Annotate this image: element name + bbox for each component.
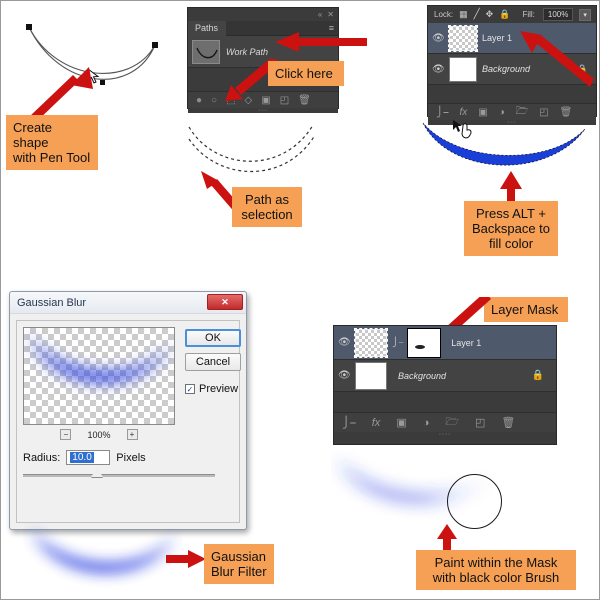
link-layers-icon[interactable]: ⎭⎯ xyxy=(342,416,356,430)
gaussian-blur-dialog[interactable]: Gaussian Blur ✕ − 100% + OK Cancel ✓ Pre… xyxy=(9,291,247,530)
dialog-titlebar: Gaussian Blur ✕ xyxy=(10,292,246,314)
layers-panel-bottom[interactable]: 👁 ⎭⎯ Layer 1 👁 Background 🔒 ⎭⎯ fx ▣ ◑ 🗁 … xyxy=(333,325,557,445)
lock-row: Lock: ▦ ╱ ✥ 🔒 Fill: 100% ▾ xyxy=(428,6,596,23)
layer-thumbnail[interactable] xyxy=(355,361,387,390)
preview-checkbox[interactable]: ✓ xyxy=(185,384,195,394)
lock-all-icon[interactable]: 🔒 xyxy=(499,9,510,20)
masked-blurred-shape xyxy=(337,459,497,501)
visibility-eye-icon[interactable]: 👁 xyxy=(432,33,445,44)
callout-press-alt-backspace: Press ALT + Backspace to fill color xyxy=(464,201,558,256)
radius-row: Radius: 10.0 Pixels xyxy=(23,450,233,465)
blurred-blue-shape xyxy=(31,529,175,573)
layer-thumbnail[interactable] xyxy=(354,327,388,358)
adjustment-layer-icon[interactable]: ◑ xyxy=(423,417,430,429)
zoom-level-label: 100% xyxy=(87,429,111,440)
fill-label: Fill: xyxy=(522,10,535,19)
adjustment-layer-icon[interactable]: ◑ xyxy=(499,107,505,118)
dialog-body: − 100% + OK Cancel ✓ Preview Radius: 10.… xyxy=(16,320,241,523)
zoom-out-button[interactable]: − xyxy=(60,429,72,440)
brush-cursor-circle xyxy=(447,474,502,529)
fill-value[interactable]: 100% xyxy=(542,8,574,21)
arrow-to-layer1 xyxy=(520,31,594,87)
radius-input[interactable]: 10.0 xyxy=(66,450,111,465)
zoom-in-button[interactable]: + xyxy=(126,429,138,440)
panel-grip: ▫▫▫▫ xyxy=(334,432,556,438)
layer-mask-thumbnail[interactable] xyxy=(407,327,442,358)
arrow-create-shape xyxy=(29,67,93,119)
radius-slider[interactable] xyxy=(23,468,215,477)
mask-link-icon[interactable]: ⎭⎯ xyxy=(392,337,403,348)
layer-name-label: Layer 1 xyxy=(451,337,482,348)
path-thumbnail xyxy=(192,39,220,64)
layer-thumbnail[interactable] xyxy=(449,56,477,82)
callout-layer-mask: Layer Mask xyxy=(484,297,568,322)
layer-thumbnail[interactable] xyxy=(448,24,478,52)
close-button[interactable]: ✕ xyxy=(207,294,243,310)
layer-name-label: Background xyxy=(398,370,447,381)
radius-value: 10.0 xyxy=(70,452,94,463)
new-layer-icon[interactable]: ◰ xyxy=(539,107,548,118)
arrow-to-work-path xyxy=(275,32,367,52)
layers-panel-footer: ⎭⎯ fx ▣ ◑ 🗁 ◰ 🗑 xyxy=(428,103,596,120)
new-group-icon[interactable]: 🗁 xyxy=(445,413,459,432)
lock-transparent-pixels-icon[interactable]: ▦ xyxy=(459,9,468,20)
lock-image-pixels-icon[interactable]: ╱ xyxy=(474,9,480,20)
add-layer-mask-icon[interactable]: ▣ xyxy=(478,107,487,118)
panel-grip: ▫▫▫ xyxy=(188,108,338,114)
visibility-eye-icon[interactable]: 👁 xyxy=(338,337,351,348)
layers-panel-footer: ⎭⎯ fx ▣ ◑ 🗁 ◰ 🗑 xyxy=(334,412,556,432)
radius-units-label: Pixels xyxy=(116,451,146,464)
callout-paint-within-mask: Paint within the Mask with black color B… xyxy=(416,550,576,590)
ok-button[interactable]: OK xyxy=(185,329,241,347)
close-icon[interactable]: ✕ xyxy=(327,10,334,19)
preview-label: Preview xyxy=(199,383,239,395)
layers-empty-strip xyxy=(334,392,556,412)
layer-row-background[interactable]: 👁 Background 🔒 xyxy=(334,360,556,392)
visibility-eye-icon[interactable]: 👁 xyxy=(432,64,445,75)
radius-label: Radius: xyxy=(23,451,61,464)
radius-slider-thumb[interactable] xyxy=(91,468,103,477)
paths-panel-titlebar: « ✕ xyxy=(188,8,338,21)
visibility-eye-icon[interactable]: 👁 xyxy=(338,370,351,381)
dialog-title: Gaussian Blur xyxy=(17,296,87,309)
lock-label: Lock: xyxy=(434,10,454,19)
layer-row-layer1-masked[interactable]: 👁 ⎭⎯ Layer 1 xyxy=(334,326,556,360)
collapse-icon[interactable]: « xyxy=(318,10,322,19)
callout-create-shape: Create shape with Pen Tool xyxy=(6,115,98,170)
lock-position-icon[interactable]: ✥ xyxy=(486,9,494,20)
layer-style-fx-icon[interactable]: fx xyxy=(460,107,468,118)
blur-preview[interactable] xyxy=(23,327,175,425)
delete-layer-icon[interactable]: 🗑 xyxy=(560,107,573,118)
add-layer-mask-icon[interactable]: ▣ xyxy=(396,416,406,429)
hand-cursor-icon xyxy=(453,120,472,139)
arrow-gaussian-blur-filter xyxy=(166,550,206,568)
delete-path-icon[interactable]: 🗑 xyxy=(298,95,311,106)
cancel-button[interactable]: Cancel xyxy=(185,353,241,371)
fill-dropdown-icon[interactable]: ▾ xyxy=(579,8,591,21)
layer-name-label: Layer 1 xyxy=(482,33,513,43)
lock-indicator-icon: 🔒 xyxy=(531,370,544,381)
new-group-icon[interactable]: 🗁 xyxy=(516,104,528,121)
callout-gaussian-blur-filter: Gaussian Blur Filter xyxy=(204,544,274,584)
tab-paths[interactable]: Paths xyxy=(188,20,227,36)
fill-path-icon[interactable]: ● xyxy=(196,95,202,106)
layer-style-fx-icon[interactable]: fx xyxy=(372,417,381,429)
link-layers-icon[interactable]: ⎭⎯ xyxy=(436,107,449,118)
new-layer-icon[interactable]: ◰ xyxy=(475,416,485,429)
delete-layer-icon[interactable]: 🗑 xyxy=(501,416,515,429)
path-name-label: Work Path xyxy=(226,46,269,57)
callout-click-here: Click here xyxy=(268,61,344,86)
callout-path-as-selection: Path as selection xyxy=(232,187,302,227)
preview-zoom-controls[interactable]: − 100% + xyxy=(23,429,175,440)
